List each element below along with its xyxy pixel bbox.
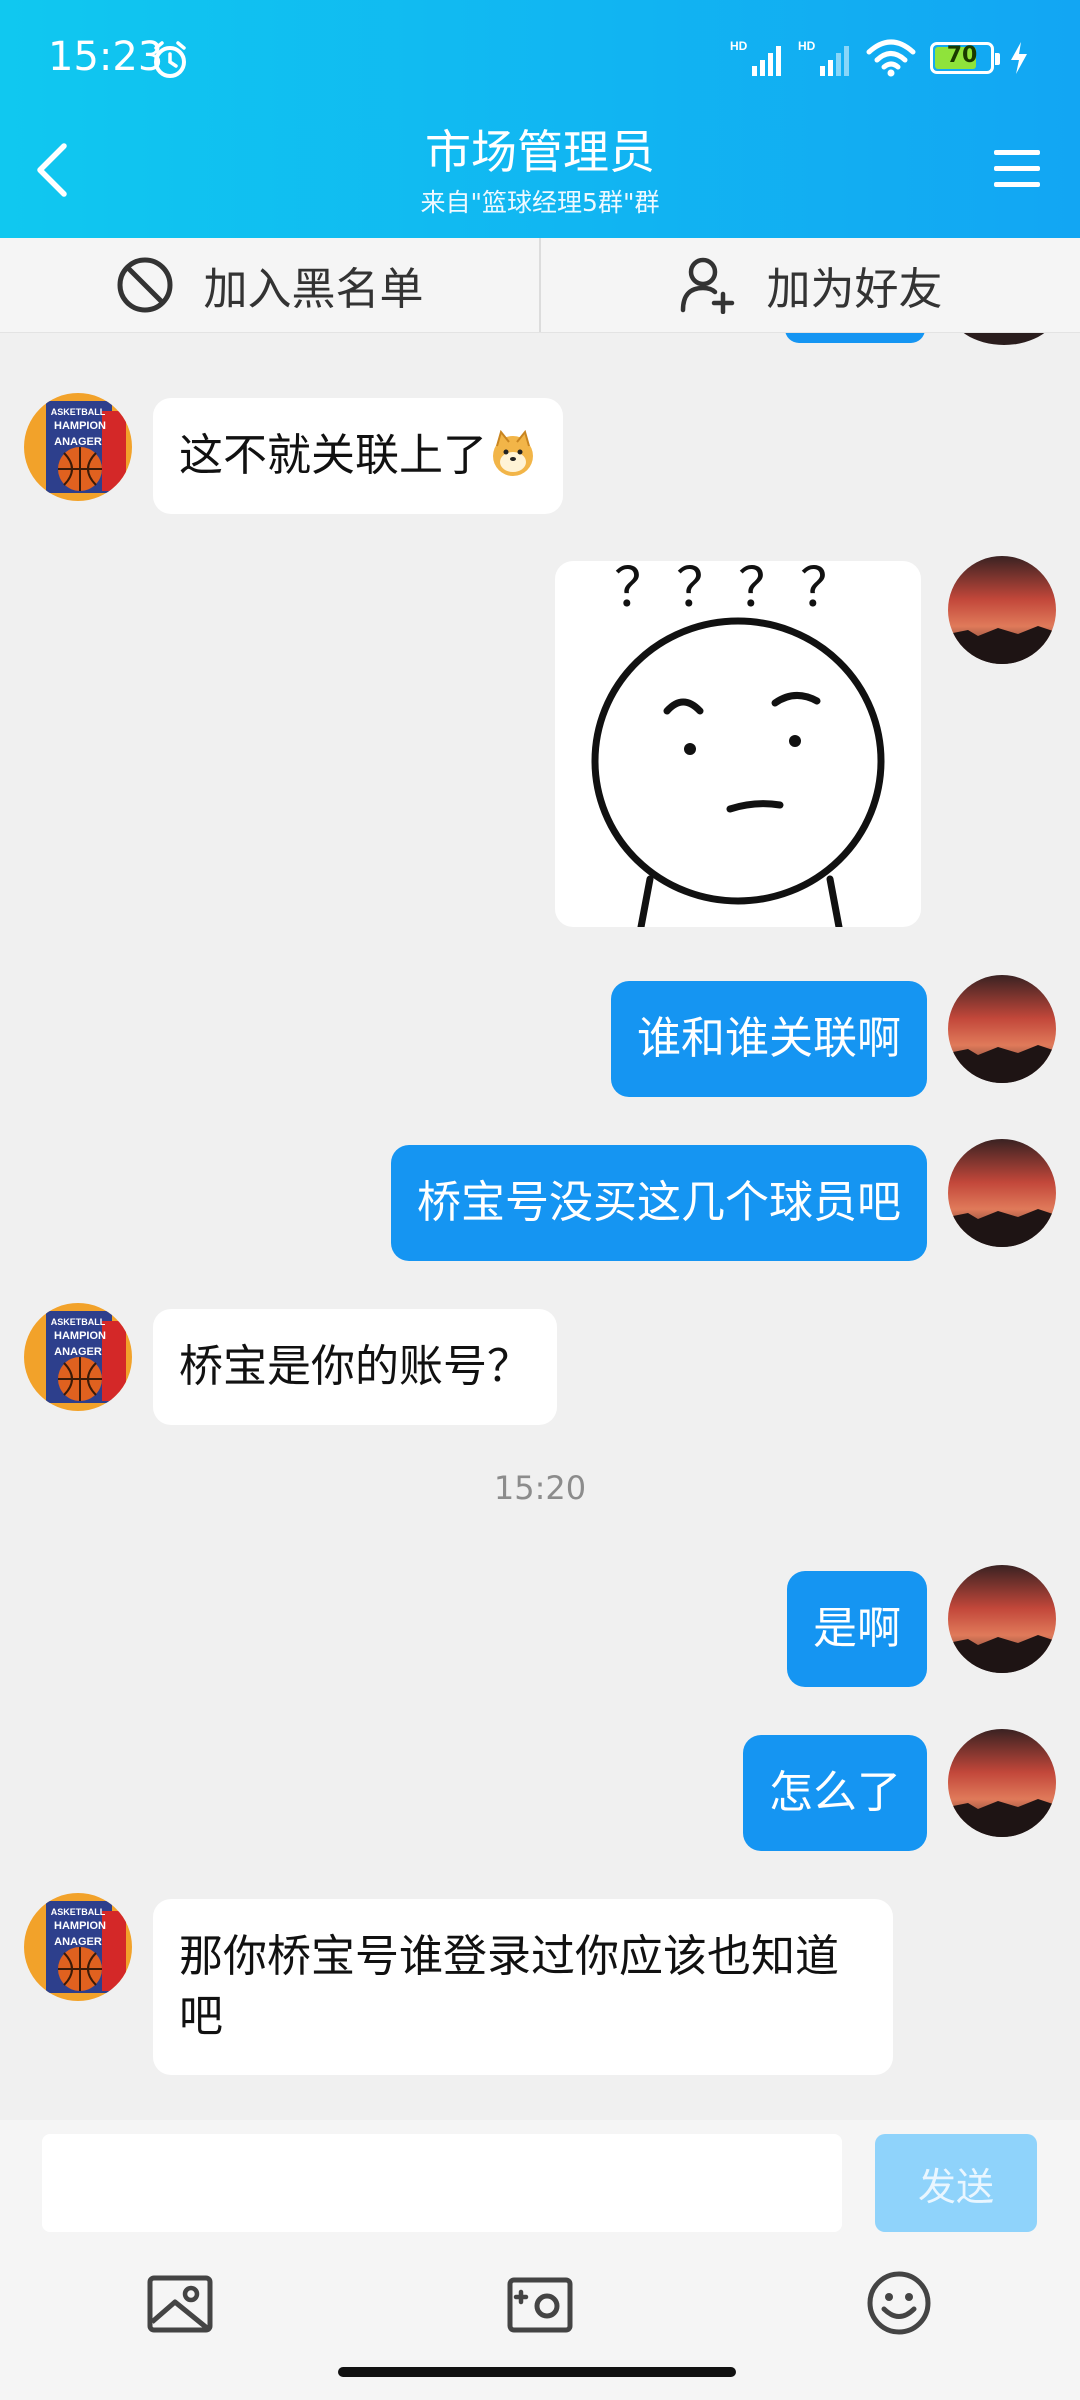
message-text: 这不就关联上了: [179, 430, 487, 481]
block-label: 加入黑名单: [203, 264, 424, 315]
svg-text:HAMPION: HAMPION: [54, 1330, 106, 1342]
svg-text:ANAGER: ANAGER: [54, 436, 102, 448]
input-area: 发送: [0, 2120, 1080, 2400]
confused-face-sticker: ？？？？: [591, 556, 885, 931]
message-input[interactable]: [42, 2134, 842, 2232]
svg-text:HAMPION: HAMPION: [54, 420, 106, 432]
network-1-label: HD: [730, 39, 748, 53]
partial-message-bubble: [785, 333, 925, 343]
image-picker-icon[interactable]: [147, 2270, 213, 2336]
add-friend-button[interactable]: 加为好友: [541, 238, 1080, 332]
message-list[interactable]: ASKETBALL HAMPION ANAGER 这不就关联上了 ？？？？ 谁和…: [0, 333, 1080, 2120]
home-indicator[interactable]: [338, 2367, 736, 2377]
menu-icon[interactable]: [994, 148, 1040, 190]
svg-text:？？？？: ？？？？: [614, 561, 862, 619]
sender-avatar[interactable]: ASKETBALL HAMPION ANAGER: [24, 393, 132, 501]
network-2-label: HD: [798, 39, 816, 53]
block-button[interactable]: 加入黑名单: [0, 238, 539, 332]
message-text: 怎么了: [769, 1767, 901, 1818]
svg-text:ANAGER: ANAGER: [54, 1936, 102, 1948]
svg-text:ANAGER: ANAGER: [54, 1346, 102, 1358]
my-avatar[interactable]: [948, 556, 1056, 664]
alarm-icon: [154, 41, 186, 78]
message-bubble[interactable]: 谁和谁关联啊: [611, 981, 927, 1097]
my-avatar[interactable]: [948, 1729, 1056, 1837]
cellular-signal-2-icon: HD: [798, 39, 849, 76]
doge-emoji-icon: [493, 429, 533, 476]
svg-text:ASKETBALL: ASKETBALL: [51, 1907, 106, 1917]
chat-subtitle: 来自"篮球经理5群"群: [420, 188, 660, 217]
battery-indicator: 70: [930, 42, 1000, 74]
message-bubble[interactable]: 那你桥宝号谁登录过你应该也知道吧: [153, 1899, 893, 2075]
send-button[interactable]: 发送: [875, 2134, 1037, 2232]
my-avatar[interactable]: [948, 1565, 1056, 1673]
action-bar: 加入黑名单 加为好友: [0, 238, 1080, 333]
my-avatar[interactable]: [948, 975, 1056, 1083]
message-bubble[interactable]: 桥宝号没买这几个球员吧: [391, 1145, 927, 1261]
message-bubble[interactable]: 怎么了: [743, 1735, 927, 1851]
camera-icon[interactable]: [507, 2270, 573, 2336]
emoji-icon[interactable]: [866, 2270, 932, 2336]
message-bubble[interactable]: 桥宝是你的账号？: [153, 1309, 557, 1425]
sender-avatar[interactable]: ASKETBALL HAMPION ANAGER: [24, 1893, 132, 2001]
cellular-signal-icon: HD: [730, 39, 781, 76]
add-friend-label: 加为好友: [766, 264, 943, 315]
battery-level: 70: [946, 43, 978, 68]
message-text: 是啊: [813, 1603, 901, 1654]
message-bubble[interactable]: 是啊: [787, 1571, 927, 1687]
svg-text:ASKETBALL: ASKETBALL: [51, 1317, 106, 1327]
charging-icon: [1011, 42, 1027, 74]
add-friend-icon: [680, 257, 734, 314]
wifi-icon: [866, 39, 916, 77]
sticker-message[interactable]: ？？？？: [555, 556, 921, 931]
message-text: 那你桥宝号谁登录过你应该也知道吧: [179, 1931, 839, 2042]
my-avatar[interactable]: [948, 1139, 1056, 1247]
block-icon: [117, 257, 172, 313]
sender-avatar[interactable]: ASKETBALL HAMPION ANAGER: [24, 1303, 132, 1411]
message-text: 桥宝是你的账号？: [179, 1341, 531, 1392]
partial-avatar: [950, 333, 1058, 345]
message-bubble[interactable]: 这不就关联上了: [153, 398, 563, 514]
svg-text:ASKETBALL: ASKETBALL: [51, 407, 106, 417]
status-time: 15:23: [48, 34, 164, 80]
chat-header: 15:23 HD HD 70 市场管理员 来自"篮球经理5群"群: [0, 0, 1080, 238]
message-timestamp: 15:20: [493, 1469, 587, 1507]
message-text: 谁和谁关联啊: [637, 1013, 901, 1064]
chat-title: 市场管理员: [425, 125, 655, 179]
message-text: 桥宝号没买这几个球员吧: [417, 1177, 901, 1228]
svg-text:HAMPION: HAMPION: [54, 1920, 106, 1932]
status-icons: HD HD 70: [730, 36, 1030, 80]
